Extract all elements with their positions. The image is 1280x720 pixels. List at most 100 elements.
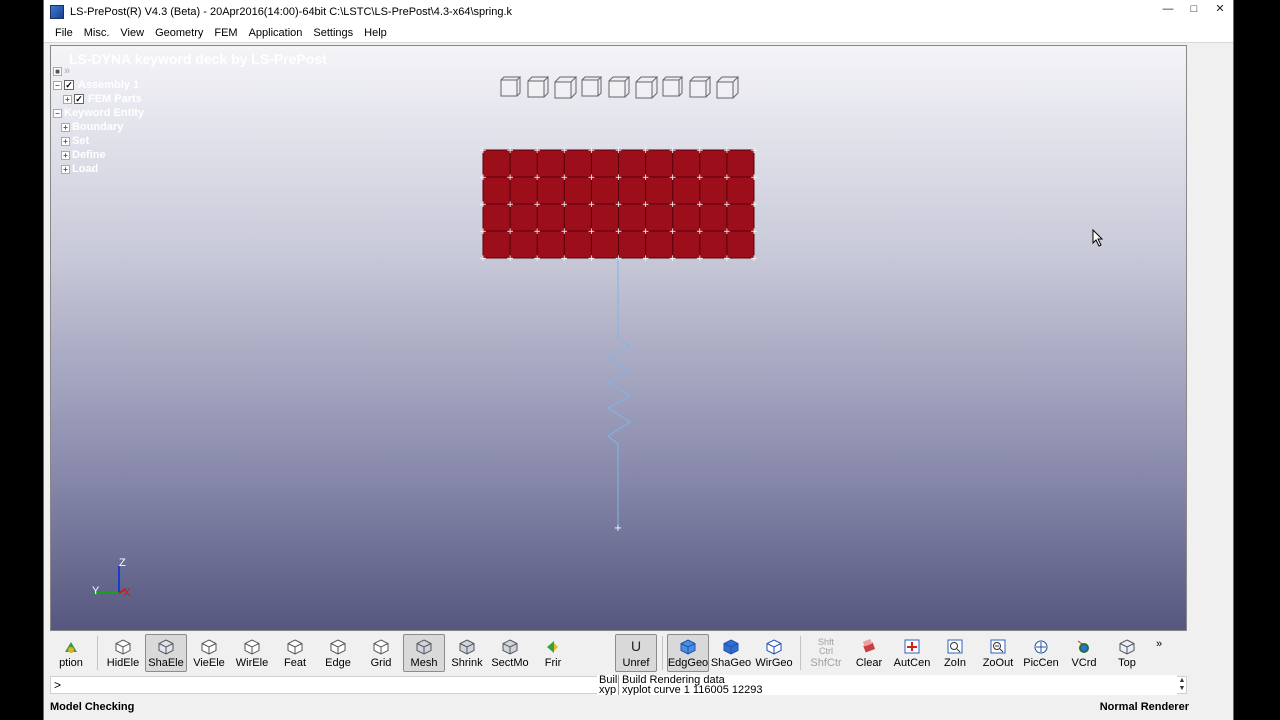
view-left-cube-icon[interactable] [552, 74, 579, 101]
toolbar-button-shaele[interactable]: ShaEle [145, 634, 187, 672]
mesh-node-marker: + [506, 146, 514, 156]
mesh-node-marker: + [506, 200, 514, 210]
toolbar-separator [800, 636, 801, 670]
toolbar-button-zoin[interactable]: ZoIn [934, 634, 976, 672]
toolbar-overflow-label: » [1155, 638, 1163, 650]
graphics-viewport[interactable]: + + + + + + + + + + + + + + + + + + + + + + + + + + + + + + + + + + + + + + + +… [50, 45, 1187, 631]
menu-misc[interactable]: Misc. [84, 27, 110, 39]
menu-fem[interactable]: FEM [214, 27, 237, 39]
toolbar-button-autcen[interactable]: AutCen [891, 634, 933, 672]
close-icon[interactable]: ✕ [1207, 0, 1233, 20]
toolbar-button-frir[interactable]: Frir [532, 634, 574, 672]
tree-toggle-icon[interactable]: + [61, 136, 70, 146]
toolbar-button-wirgeo[interactable]: WirGeo [753, 634, 795, 672]
zoom-out-icon [989, 638, 1007, 655]
menu-application[interactable]: Application [249, 27, 303, 39]
menu-view[interactable]: View [120, 27, 144, 39]
mesh-icon [415, 638, 433, 655]
view-iso1-cube-icon[interactable] [660, 74, 687, 101]
toolbar-button-grid[interactable]: Grid [360, 634, 402, 672]
mesh-node-marker: + [479, 254, 487, 264]
view-back-cube-icon[interactable] [525, 74, 552, 101]
spring-element[interactable] [606, 258, 632, 528]
tree-item-boundary[interactable]: + Boundary [53, 120, 144, 134]
tree-item-set[interactable]: + Set [53, 134, 144, 148]
view-right-cube-icon[interactable] [579, 74, 606, 101]
mesh-node-marker: + [561, 173, 569, 183]
toolbar-button-label: AutCen [893, 657, 931, 669]
toolbar-button-wirele[interactable]: WirEle [231, 634, 273, 672]
view-iso3-cube-icon[interactable] [714, 74, 741, 101]
menu-settings[interactable]: Settings [313, 27, 353, 39]
toolbar-button-ption[interactable]: ption [50, 634, 92, 672]
toolbar-button-unref[interactable]: U Unref [615, 634, 657, 672]
toolbar-button-label: ption [59, 657, 83, 669]
toolbar-button-edge[interactable]: Edge [317, 634, 359, 672]
toolbar-button-clear[interactable]: Clear [848, 634, 890, 672]
unreferenced-icon: U [627, 638, 645, 655]
tree-toggle-icon[interactable]: – [53, 80, 62, 90]
toolbar-button-shrink[interactable]: Shrink [446, 634, 488, 672]
tree-expand-arrows-icon[interactable]: » [64, 65, 70, 77]
mesh-node-marker: + [750, 254, 758, 264]
toolbar-button-mesh[interactable]: Mesh [403, 634, 445, 672]
tree-toggle-icon[interactable]: + [61, 164, 70, 174]
toolbar-button-top[interactable]: Top [1106, 634, 1148, 672]
view-top-cube-icon[interactable] [606, 74, 633, 101]
tree-collapse-icon[interactable]: ■ [53, 66, 62, 76]
mesh-node-marker: + [479, 227, 487, 237]
view-iso2-cube-icon[interactable] [687, 74, 714, 101]
toolbar-button-hidele[interactable]: HidEle [102, 634, 144, 672]
history-scrollbar[interactable]: ▲ ▼ [1177, 677, 1187, 694]
toolbar-button-feat[interactable]: Feat [274, 634, 316, 672]
toolbar-button-zoout[interactable]: ZoOut [977, 634, 1019, 672]
menu-file[interactable]: File [55, 27, 73, 39]
mesh-node-marker: + [723, 254, 731, 264]
history-line: xyp xyplot curve 1 116005 12293 [597, 685, 1177, 695]
toolbar-button-label: SectMo [491, 657, 529, 669]
spring-end-node-marker: + [614, 523, 622, 534]
tree-toggle-icon[interactable]: + [61, 150, 70, 160]
minimize-icon[interactable]: — [1155, 0, 1181, 20]
toolbar-overflow-button[interactable]: » [1149, 634, 1169, 672]
toolbar-button-label: HidEle [106, 657, 140, 669]
tree-item-fem-parts[interactable]: + ✓ FEM Parts [53, 92, 144, 106]
tree-checkbox-icon[interactable]: ✓ [64, 80, 74, 90]
toolbar-button-edggeo[interactable]: EdgGeo [667, 634, 709, 672]
view-orientation-cubes [498, 74, 741, 101]
tree-item-keyword-entity[interactable]: – Keyword Entity [53, 106, 144, 120]
tree-toggle-icon[interactable]: + [63, 94, 72, 104]
toolbar-button-shfctr[interactable]: Shft Ctrl ShfCtr [805, 634, 847, 672]
title-bar[interactable]: LS-PrePost(R) V4.3 (Beta) - 20Apr2016(14… [44, 0, 1233, 24]
desktop-background-right [1235, 0, 1280, 720]
view-bottom-cube-icon[interactable] [633, 74, 660, 101]
toolbar-button-sectmo[interactable]: SectMo [489, 634, 531, 672]
menu-help[interactable]: Help [364, 27, 387, 39]
tree-item-define[interactable]: + Define [53, 148, 144, 162]
model-tree: ■ » – ✓ Assembly 1 + ✓ FEM Parts – Keywo… [53, 64, 144, 176]
mesh-node-marker: + [588, 146, 596, 156]
mesh-node-marker: + [750, 173, 758, 183]
tree-item-assembly[interactable]: – ✓ Assembly 1 [53, 78, 144, 92]
app-window: LS-PrePost(R) V4.3 (Beta) - 20Apr2016(14… [43, 0, 1234, 720]
tree-checkbox-icon[interactable]: ✓ [74, 94, 84, 104]
toolbar-button-label: WirGeo [755, 657, 793, 669]
toolbar-button-vieele[interactable]: VieEle [188, 634, 230, 672]
edge-icon [329, 638, 347, 655]
tree-item-load[interactable]: + Load [53, 162, 144, 176]
axis-triad: Z Y X [92, 557, 131, 599]
menu-geometry[interactable]: Geometry [155, 27, 203, 39]
command-history[interactable]: Buil Build Rendering data xyp xyplot cur… [597, 675, 1177, 695]
tree-root[interactable]: ■ » [53, 64, 144, 78]
tree-item-label: Define [72, 149, 106, 161]
toolbar-button-vcrd[interactable]: VCrd [1063, 634, 1105, 672]
toolbar-button-piccen[interactable]: PicCen [1020, 634, 1062, 672]
toolbar-button-shageo[interactable]: ShaGeo [710, 634, 752, 672]
maximize-icon[interactable]: □ [1181, 0, 1207, 20]
shaded-element-icon [157, 638, 175, 655]
toolbar-button-label: WirEle [235, 657, 269, 669]
tree-toggle-icon[interactable]: + [61, 122, 70, 132]
tree-toggle-icon[interactable]: – [53, 108, 62, 118]
command-prompt[interactable]: > [54, 678, 61, 692]
view-front-cube-icon[interactable] [498, 74, 525, 101]
